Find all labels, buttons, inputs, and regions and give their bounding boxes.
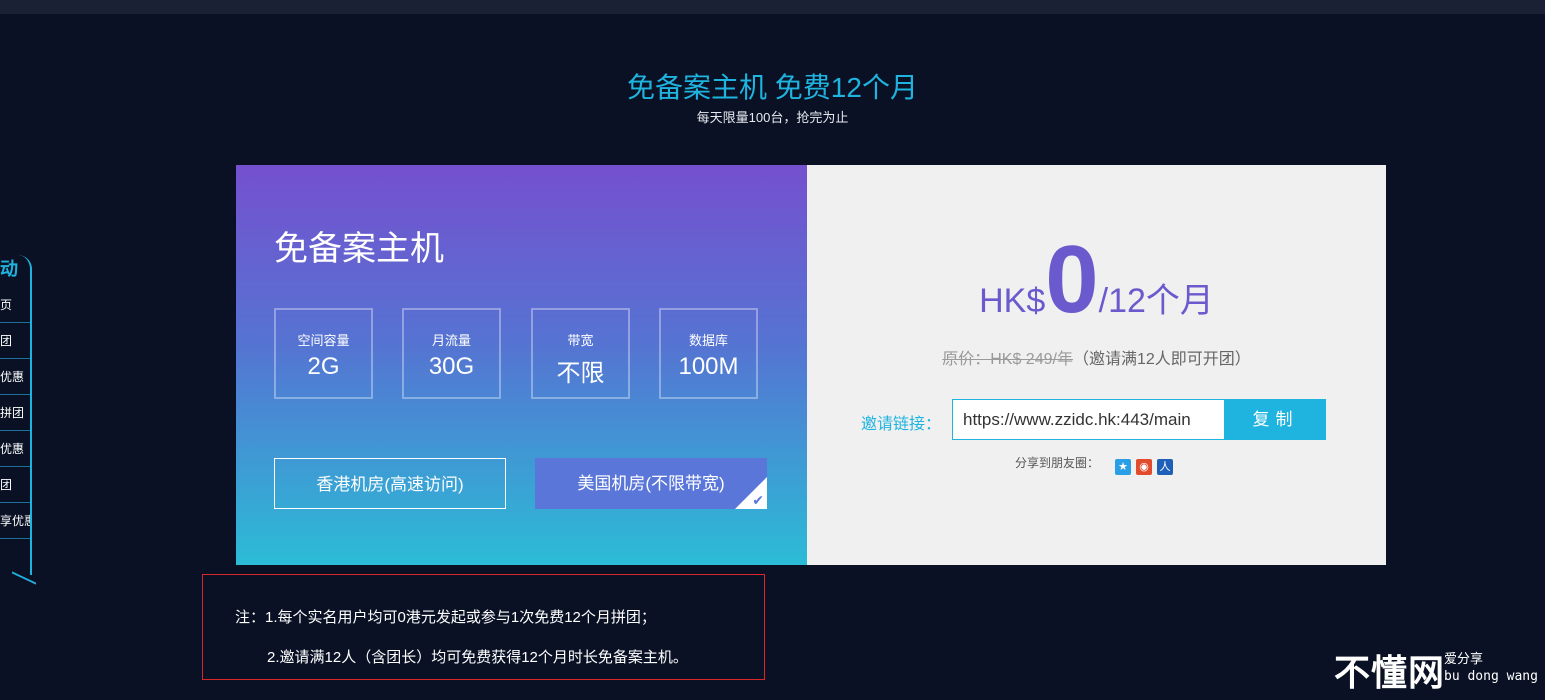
- side-menu-item[interactable]: 拼团: [0, 395, 30, 431]
- spec-traffic: 月流量 30G: [402, 308, 501, 399]
- copy-button[interactable]: 复制: [1225, 399, 1326, 440]
- side-menu-item[interactable]: 团: [0, 323, 30, 359]
- watermark-tagline: 爱分享: [1444, 651, 1484, 666]
- product-panel: 免备案主机 空间容量 2G 月流量 30G 带宽 不限 数据库 100M 香港机…: [236, 165, 807, 565]
- pricing-panel: HK$0/12个月 原价：HK$ 249/年（邀请满12人即可开团） 邀请链接：…: [807, 165, 1386, 565]
- product-name: 免备案主机: [274, 230, 444, 268]
- datacenter-us-label: 美国机房(不限带宽): [577, 474, 725, 493]
- side-menu-item[interactable]: 页: [0, 287, 30, 323]
- side-menu-item[interactable]: 享优惠: [0, 503, 30, 539]
- original-price-note: （邀请满12人即可开团）: [1072, 351, 1251, 368]
- page-subtitle: 每天限量100台，抢完为止: [696, 110, 849, 125]
- side-menu-item[interactable]: 优惠: [0, 359, 30, 395]
- watermark-logo: 不懂网: [1334, 652, 1446, 693]
- notice-box: 注：1.每个实名用户均可0港元发起或参与1次免费12个月拼团； 2.邀请满12人…: [202, 574, 765, 680]
- renren-icon[interactable]: 人: [1157, 459, 1173, 475]
- spec-storage: 空间容量 2G: [274, 308, 373, 399]
- watermark-pinyin: bu dong wang: [1444, 669, 1538, 684]
- spec-label: 数据库: [688, 333, 728, 348]
- spec-value: 2G: [307, 353, 340, 380]
- side-menu-item[interactable]: 团: [0, 467, 30, 503]
- notice-line-2: 2.邀请满12人（含团长）均可免费获得12个月时长免备案主机。: [267, 649, 688, 666]
- spec-label: 月流量: [431, 333, 471, 348]
- spec-value: 不限: [556, 360, 605, 387]
- price-display: HK$0/12个月: [807, 232, 1386, 328]
- side-menu-title: 动: [0, 259, 18, 279]
- spec-label: 空间容量: [297, 333, 350, 348]
- spec-value: 30G: [428, 353, 475, 380]
- weibo-icon[interactable]: ◉: [1136, 459, 1152, 475]
- price-currency: HK$: [979, 282, 1046, 320]
- side-menu-item[interactable]: 优惠: [0, 431, 30, 467]
- datacenter-hk-button[interactable]: 香港机房(高速访问): [274, 458, 506, 509]
- spec-value: 100M: [678, 353, 739, 380]
- side-menu-tail: [12, 549, 36, 585]
- side-activity-menu: 动 页 团 优惠 拼团 优惠 团 享优惠: [0, 255, 36, 585]
- top-bar: [0, 0, 1545, 14]
- datacenter-us-button[interactable]: 美国机房(不限带宽) ✔: [535, 458, 767, 509]
- watermark-tagline-block: 爱分享 bu dong wang: [1444, 650, 1545, 686]
- price-amount: 0: [1045, 226, 1099, 333]
- spec-database: 数据库 100M: [659, 308, 758, 399]
- page-title: 免备案主机 免费12个月: [627, 72, 918, 103]
- share-label: 分享到朋友圈：: [1015, 456, 1100, 470]
- share-icons: ★ ◉ 人: [1115, 457, 1178, 475]
- spec-label: 带宽: [567, 333, 594, 348]
- price-period: /12个月: [1098, 282, 1214, 320]
- original-price: 原价：HK$ 249/年: [942, 351, 1073, 368]
- side-menu-list: 页 团 优惠 拼团 优惠 团 享优惠: [0, 287, 30, 539]
- invite-link-label: 邀请链接：: [861, 416, 942, 433]
- site-watermark: 不懂网 爱分享 bu dong wang: [1334, 644, 1538, 696]
- original-price-row: 原价：HK$ 249/年（邀请满12人即可开团）: [807, 345, 1386, 369]
- qzone-icon[interactable]: ★: [1115, 459, 1131, 475]
- notice-line-1: 注：1.每个实名用户均可0港元发起或参与1次免费12个月拼团；: [235, 609, 656, 626]
- invite-link-input[interactable]: [952, 399, 1225, 440]
- spec-bandwidth: 带宽 不限: [531, 308, 630, 399]
- check-icon: ✔: [752, 492, 764, 508]
